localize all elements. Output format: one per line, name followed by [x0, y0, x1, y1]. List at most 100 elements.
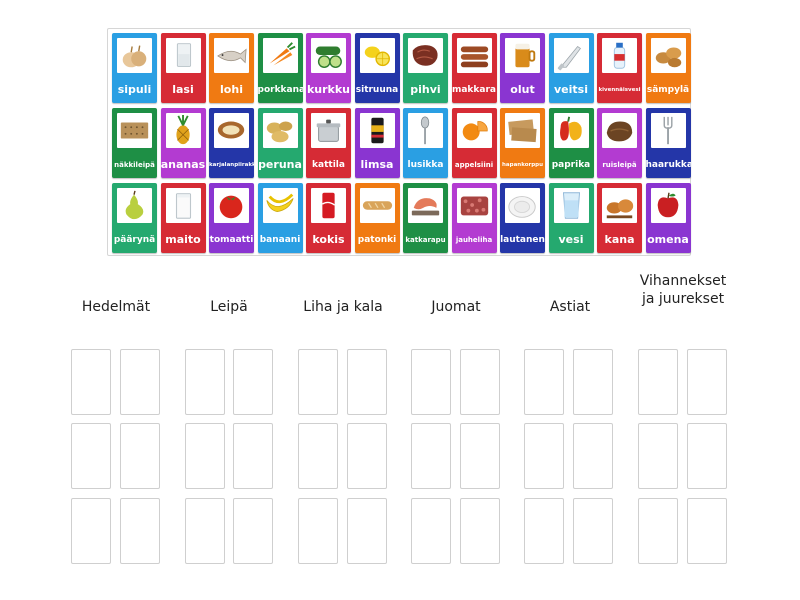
card-cola-can[interactable]: kokis [306, 183, 351, 253]
card-apple[interactable]: omena [645, 183, 691, 253]
drop-slot[interactable] [233, 349, 273, 415]
drop-slot[interactable] [185, 349, 225, 415]
card-label: peruna [258, 159, 302, 171]
card-onion[interactable]: sipuli [112, 33, 157, 103]
category-title: Astiat [549, 299, 591, 315]
drop-slot[interactable] [573, 498, 613, 564]
card-sausage[interactable]: makkara [451, 33, 497, 103]
drop-slot[interactable] [298, 423, 338, 489]
drop-slot[interactable] [185, 498, 225, 564]
drop-slot[interactable] [233, 498, 273, 564]
card-banana[interactable]: banaani [257, 183, 303, 253]
drop-slot[interactable] [411, 423, 451, 489]
card-steak[interactable]: pihvi [403, 33, 448, 103]
lemon-icon [359, 38, 395, 73]
drop-slot[interactable] [298, 349, 338, 415]
card-soda-can[interactable]: limsa [354, 108, 400, 178]
drop-slot[interactable] [411, 349, 451, 415]
drop-slot[interactable] [185, 423, 225, 489]
card-label: kattila [312, 160, 345, 170]
card-label: limsa [360, 159, 394, 171]
card-label: appelsiini [454, 161, 494, 169]
category-title: Vihannekset ja juurekset [639, 273, 727, 307]
drop-slot[interactable] [573, 349, 613, 415]
drop-slot[interactable] [233, 423, 273, 489]
card-rusk[interactable]: hapankorppu [500, 108, 545, 178]
drop-slot[interactable] [524, 349, 564, 415]
card-potato[interactable]: peruna [257, 108, 303, 178]
drop-slot[interactable] [120, 423, 160, 489]
drop-slot[interactable] [71, 423, 111, 489]
drop-slot[interactable] [687, 423, 727, 489]
card-karelian-pie[interactable]: karjalanpiirakka [209, 108, 254, 178]
card-pear[interactable]: päärynä [112, 183, 157, 253]
water-glass-icon [553, 188, 589, 223]
card-baguette[interactable]: patonki [354, 183, 400, 253]
drop-slot[interactable] [524, 498, 564, 564]
card-plate[interactable]: lautanen [500, 183, 545, 253]
card-knife[interactable]: veitsi [548, 33, 594, 103]
card-label: veitsi [554, 84, 588, 96]
drop-slot[interactable] [347, 349, 387, 415]
card-label: haarukka [645, 160, 691, 170]
card-minced-meat[interactable]: jauheliha [451, 183, 497, 253]
card-bread-roll[interactable]: sämpylä [645, 33, 691, 103]
card-salmon[interactable]: lohi [209, 33, 254, 103]
drop-slot[interactable] [638, 423, 678, 489]
drop-slot[interactable] [347, 423, 387, 489]
banana-icon [262, 188, 298, 223]
drop-slot[interactable] [120, 349, 160, 415]
card-fork[interactable]: haarukka [645, 108, 691, 178]
card-water-glass[interactable]: vesi [548, 183, 594, 253]
drop-slot[interactable] [573, 423, 613, 489]
card-beer[interactable]: olut [500, 33, 545, 103]
drop-slot[interactable] [687, 349, 727, 415]
drop-slot[interactable] [71, 349, 111, 415]
card-bell-pepper[interactable]: paprika [548, 108, 594, 178]
drop-slot[interactable] [411, 498, 451, 564]
shrimp-icon [408, 188, 443, 223]
card-label: sämpylä [646, 85, 690, 95]
drop-slot[interactable] [687, 498, 727, 564]
card-milk[interactable]: maito [160, 183, 206, 253]
card-pot[interactable]: kattila [306, 108, 351, 178]
card-label: karjalanpiirakka [209, 162, 254, 168]
card-spoon[interactable]: lusikka [403, 108, 448, 178]
card-pineapple[interactable]: ananas [160, 108, 206, 178]
drop-slot[interactable] [71, 498, 111, 564]
pear-icon [117, 188, 152, 223]
card-shrimp[interactable]: katkarapu [403, 183, 448, 253]
drop-slot[interactable] [460, 349, 500, 415]
card-label: omena [647, 234, 689, 246]
card-label: pihvi [410, 84, 441, 96]
drop-slot[interactable] [638, 498, 678, 564]
drop-slot[interactable] [460, 423, 500, 489]
plate-icon [505, 188, 540, 223]
drop-slot[interactable] [460, 498, 500, 564]
drop-slot[interactable] [638, 349, 678, 415]
card-cucumber[interactable]: kurkku [306, 33, 351, 103]
drop-slot[interactable] [524, 423, 564, 489]
drop-slot[interactable] [347, 498, 387, 564]
card-label: kana [604, 234, 635, 246]
card-grid: sipuli lasi lohi porkkana kurkku sitruuna pihv… [112, 33, 691, 253]
card-water-bottle[interactable]: kivennäisvesi [597, 33, 642, 103]
card-lemon[interactable]: sitruuna [354, 33, 400, 103]
card-carrot[interactable]: porkkana [257, 33, 303, 103]
card-label: katkarapu [405, 236, 446, 244]
card-rye-bread[interactable]: ruisleipä [597, 108, 642, 178]
drop-slot[interactable] [120, 498, 160, 564]
baguette-icon [359, 188, 395, 223]
card-label: tomaatti [209, 235, 254, 245]
card-orange-fruit[interactable]: appelsiini [451, 108, 497, 178]
beer-icon [505, 38, 540, 73]
card-tomato[interactable]: tomaatti [209, 183, 254, 253]
chicken-icon [602, 188, 637, 223]
card-label: maito [165, 234, 201, 246]
drop-slot[interactable] [298, 498, 338, 564]
crispbread-icon [117, 113, 152, 148]
card-crispbread[interactable]: näkkileipä [112, 108, 157, 178]
rusk-icon [505, 113, 540, 148]
card-glass[interactable]: lasi [160, 33, 206, 103]
card-chicken[interactable]: kana [597, 183, 642, 253]
